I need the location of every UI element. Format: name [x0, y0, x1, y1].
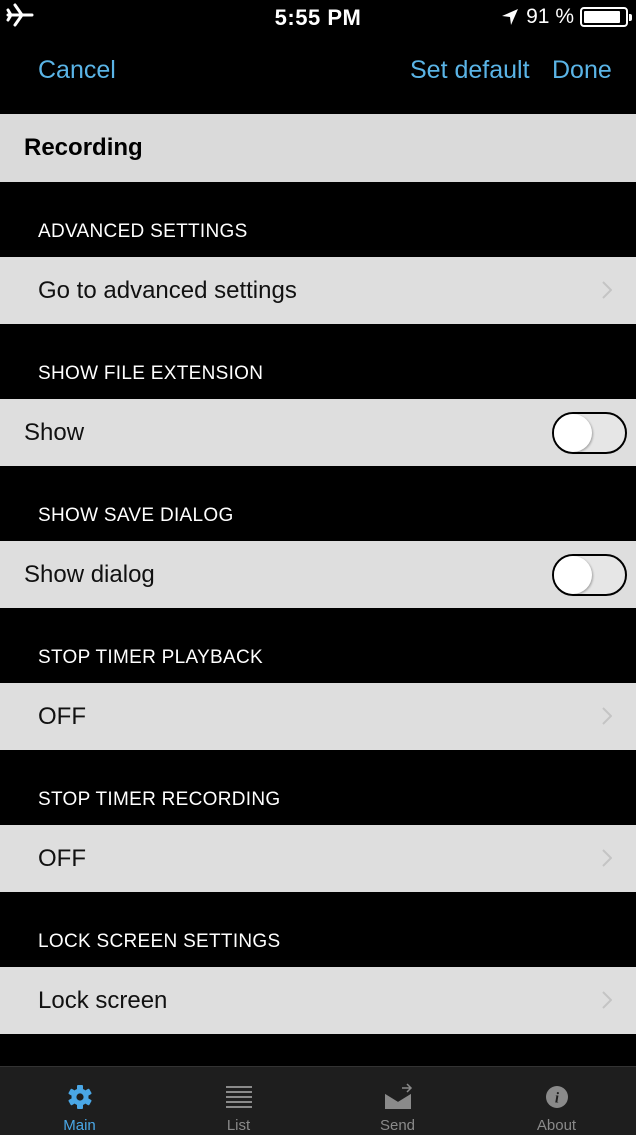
section-header-label: STOP TIMER RECORDING	[38, 789, 281, 810]
section-header-lock-screen-settings: LOCK SCREEN SETTINGS	[0, 892, 636, 967]
navigation-bar: Cancel Set default Done	[0, 34, 636, 114]
show-save-dialog-toggle[interactable]	[552, 554, 627, 596]
page-title: Recording	[24, 134, 143, 161]
section-header-label: ADVANCED SETTINGS	[38, 221, 248, 242]
list-icon	[226, 1086, 252, 1108]
tab-label: List	[226, 1117, 251, 1134]
info-icon: i	[546, 1086, 568, 1108]
row-label: Go to advanced settings	[38, 277, 297, 304]
row-label: Lock screen	[38, 987, 168, 1014]
cancel-button[interactable]: Cancel	[38, 56, 116, 85]
battery-fill	[584, 11, 621, 23]
battery-percent: 91 %	[526, 5, 574, 28]
tab-label: Send	[379, 1117, 416, 1134]
show-file-extension-row: Show	[0, 399, 636, 466]
location-arrow-icon	[502, 9, 519, 25]
show-save-dialog-row: Show dialog	[0, 541, 636, 608]
battery-nub	[629, 14, 632, 21]
chevron-right-icon	[602, 849, 612, 867]
chevron-right-icon	[602, 707, 612, 725]
section-header-show-save-dialog: SHOW SAVE DIALOG	[0, 466, 636, 541]
lock-screen-row[interactable]: Lock screen	[0, 967, 636, 1034]
status-bar: 5:55 PM 91 %	[0, 0, 636, 34]
section-header-stop-timer-playback: STOP TIMER PLAYBACK	[0, 608, 636, 683]
section-header-advanced-settings: ADVANCED SETTINGS	[0, 182, 636, 257]
gear-icon	[68, 1085, 92, 1109]
section-header-label: LOCK SCREEN SETTINGS	[38, 931, 281, 952]
tab-about[interactable]: i About	[477, 1067, 636, 1135]
toggle-knob	[554, 414, 592, 452]
section-header-show-file-extension: SHOW FILE EXTENSION	[0, 324, 636, 399]
tab-send[interactable]: Send	[318, 1067, 477, 1135]
chevron-right-icon	[602, 991, 612, 1009]
section-header-label: SHOW FILE EXTENSION	[38, 363, 264, 384]
envelope-icon	[384, 1083, 413, 1109]
toggle-knob	[554, 556, 592, 594]
row-value: OFF	[38, 845, 86, 872]
tab-main[interactable]: Main	[0, 1067, 159, 1135]
tab-bar: Main List Send i About	[0, 1066, 636, 1135]
tab-list[interactable]: List	[159, 1067, 318, 1135]
row-label: Show	[24, 419, 85, 446]
tab-label: About	[536, 1117, 577, 1134]
advanced-settings-row[interactable]: Go to advanced settings	[0, 257, 636, 324]
section-title-bar: Recording	[0, 114, 636, 182]
done-button[interactable]: Done	[552, 56, 612, 85]
battery-icon	[580, 7, 632, 27]
chevron-right-icon	[602, 281, 612, 299]
row-value: OFF	[38, 703, 86, 730]
stop-timer-playback-row[interactable]: OFF	[0, 683, 636, 750]
stop-timer-recording-row[interactable]: OFF	[0, 825, 636, 892]
tab-label: Main	[63, 1117, 96, 1134]
show-file-extension-toggle[interactable]	[552, 412, 627, 454]
section-header-label: STOP TIMER PLAYBACK	[38, 647, 263, 668]
set-default-button[interactable]: Set default	[410, 56, 530, 85]
status-right: 91 %	[500, 5, 632, 29]
row-label: Show dialog	[24, 561, 155, 588]
section-header-label: SHOW SAVE DIALOG	[38, 505, 234, 526]
section-header-stop-timer-recording: STOP TIMER RECORDING	[0, 750, 636, 825]
